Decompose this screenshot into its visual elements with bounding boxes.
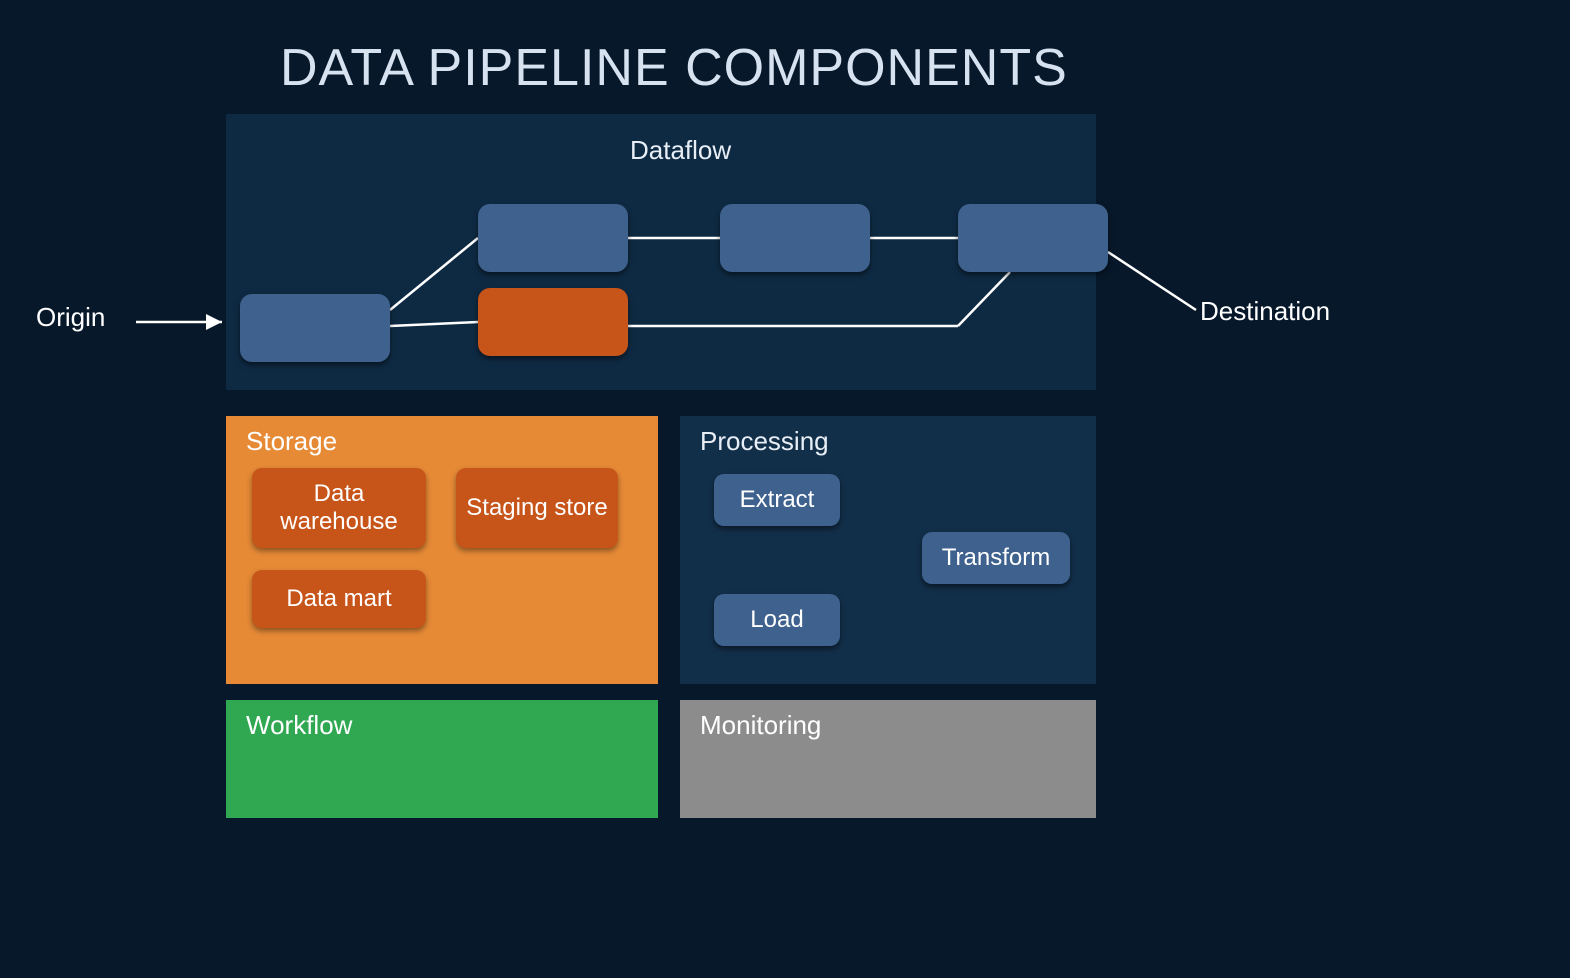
storage-label: Storage <box>246 426 337 457</box>
storage-item-data-mart: Data mart <box>252 570 426 628</box>
dataflow-node-n1 <box>240 294 390 362</box>
processing-label: Processing <box>700 426 829 457</box>
diagram-title: DATA PIPELINE COMPONENTS <box>280 38 1068 98</box>
processing-item-load: Load <box>714 594 840 646</box>
arrowhead-icon <box>206 314 222 330</box>
destination-label: Destination <box>1200 296 1330 327</box>
edge-n5-destination <box>1108 252 1196 310</box>
processing-item-transform: Transform <box>922 532 1070 584</box>
dataflow-node-n2 <box>478 204 628 272</box>
processing-item-extract: Extract <box>714 474 840 526</box>
dataflow-label: Dataflow <box>630 135 731 166</box>
storage-item-data-warehouse: Data warehouse <box>252 468 426 548</box>
origin-label: Origin <box>36 302 105 333</box>
workflow-label: Workflow <box>246 710 352 741</box>
diagram-canvas: DATA PIPELINE COMPONENTS Dataflow Origin… <box>0 0 1570 978</box>
dataflow-node-n4 <box>720 204 870 272</box>
dataflow-node-n3 <box>478 288 628 356</box>
monitoring-label: Monitoring <box>700 710 821 741</box>
storage-item-staging-store: Staging store <box>456 468 618 548</box>
dataflow-node-n5 <box>958 204 1108 272</box>
